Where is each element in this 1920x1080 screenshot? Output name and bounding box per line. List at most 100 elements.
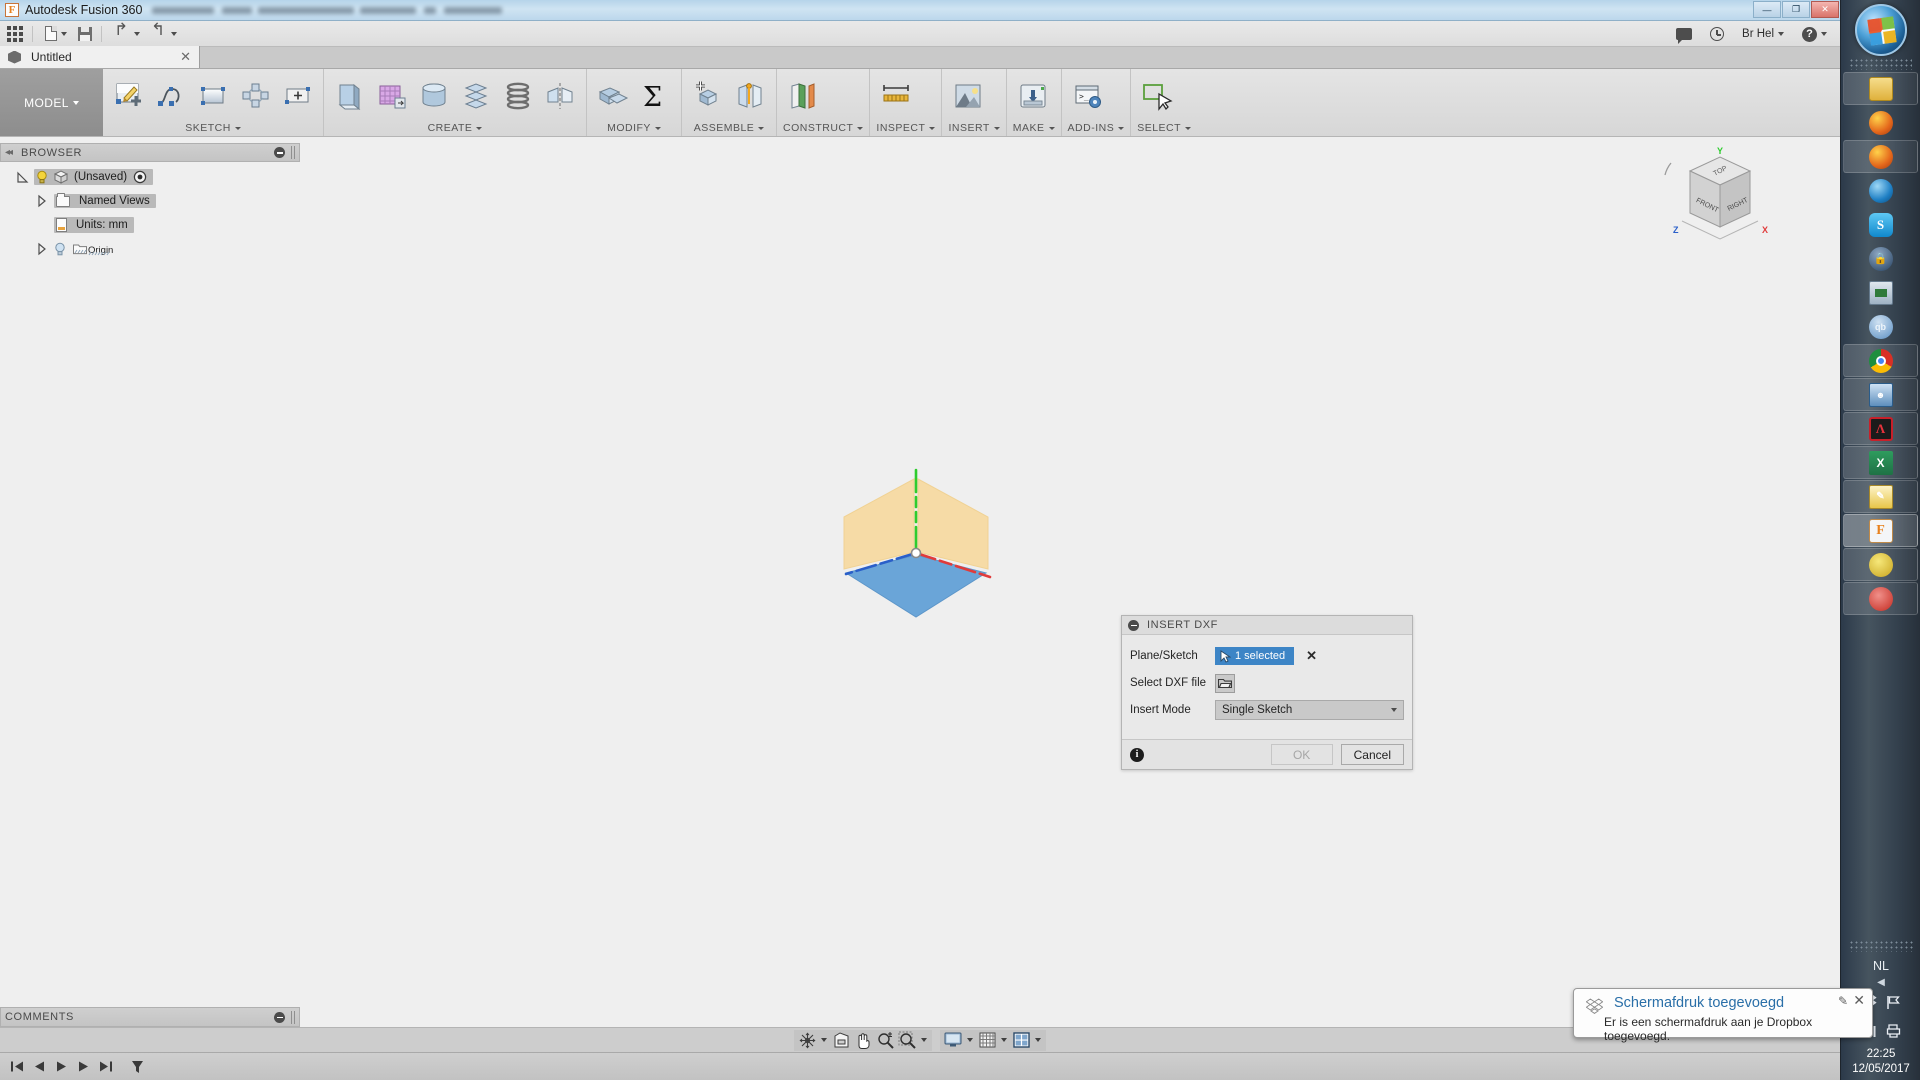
sketch-pattern-button[interactable] [235, 76, 275, 116]
collapsed-triangle-icon[interactable] [36, 194, 48, 208]
orbit-button[interactable] [796, 1030, 818, 1051]
panel-label-create[interactable]: CREATE [330, 120, 580, 136]
joint-button[interactable] [730, 76, 770, 116]
language-indicator[interactable]: NL [1841, 954, 1920, 977]
zoom-button[interactable] [874, 1030, 896, 1051]
rectangle-button[interactable] [193, 76, 233, 116]
taskbar-acrobat-reader[interactable]: Λ [1843, 412, 1918, 445]
play-button[interactable] [50, 1057, 72, 1077]
coil-button[interactable] [456, 76, 496, 116]
flag-action-center-icon[interactable] [1886, 995, 1901, 1015]
step-forward-button[interactable] [72, 1057, 94, 1077]
taskbar-fusion360[interactable]: F [1843, 514, 1918, 547]
save-button[interactable] [74, 23, 96, 45]
minimize-button[interactable]: — [1753, 1, 1781, 18]
revolve-button[interactable] [372, 76, 412, 116]
minus-circle-icon[interactable] [274, 1012, 285, 1023]
tree-row-units[interactable]: Units: mm [0, 213, 300, 237]
taskbar-excel[interactable]: X [1843, 446, 1918, 479]
new-component-button[interactable] [688, 76, 728, 116]
toast-settings-icon[interactable]: ✎ [1838, 994, 1848, 1008]
pan-button[interactable] [852, 1030, 874, 1051]
info-icon[interactable]: i [1130, 748, 1144, 762]
close-icon[interactable]: ✕ [180, 49, 191, 65]
panel-label-make[interactable]: MAKE [1013, 120, 1055, 136]
select-button[interactable] [1137, 76, 1177, 116]
workspace-switcher[interactable]: MODEL [0, 69, 103, 136]
display-settings-button[interactable] [942, 1030, 964, 1051]
measure-button[interactable] [876, 76, 916, 116]
chevron-down-icon[interactable] [1035, 1038, 1041, 1042]
create-sketch-button[interactable] [109, 76, 149, 116]
panel-resize-handle[interactable] [291, 1011, 295, 1024]
printer-icon[interactable] [1886, 1023, 1901, 1043]
taskbar-thunderbird[interactable] [1843, 174, 1918, 207]
cancel-button[interactable]: Cancel [1341, 744, 1404, 765]
taskbar-file-explorer[interactable] [1843, 72, 1918, 105]
timeline-filter-button[interactable] [126, 1057, 148, 1077]
close-button[interactable]: ✕ [1811, 1, 1839, 18]
model-canvas[interactable]: TOP FRONT RIGHT Y Z X INSERT DXF Plane/S… [0, 137, 1840, 1080]
taskbar-notepad[interactable]: ✎ [1843, 480, 1918, 513]
taskbar-pacman-app[interactable] [1843, 582, 1918, 615]
new-file-button[interactable] [41, 23, 71, 45]
step-back-button[interactable] [28, 1057, 50, 1077]
tray-clock[interactable]: 22:25 12/05/2017 [1841, 1047, 1920, 1080]
undo-button[interactable] [110, 23, 144, 45]
apps-grid-button[interactable] [3, 23, 27, 45]
bulb-icon[interactable] [54, 242, 66, 256]
bulb-icon[interactable] [36, 170, 48, 184]
scripts-addins-button[interactable]: >_ [1068, 76, 1108, 116]
grid-snap-button[interactable] [976, 1030, 998, 1051]
panel-label-assemble[interactable]: ASSEMBLE [688, 120, 770, 136]
dropbox-notification-toast[interactable]: Schermafdruk toegevoegd Er is een scherm… [1573, 988, 1873, 1038]
loft-button[interactable] [498, 76, 538, 116]
taskbar-qbittorrent[interactable]: qb [1843, 310, 1918, 343]
panel-label-construct[interactable]: CONSTRUCT [783, 120, 863, 136]
chevron-down-icon[interactable] [821, 1038, 827, 1042]
offset-plane-button[interactable] [783, 76, 823, 116]
help-menu[interactable]: ? [1802, 27, 1827, 42]
look-at-button[interactable] [830, 1030, 852, 1051]
tree-row-origin[interactable]: Origin [0, 237, 300, 261]
jump-to-end-button[interactable] [94, 1057, 116, 1077]
collapse-left-icon[interactable]: ◂◂ [5, 147, 11, 158]
radio-dot-icon[interactable] [133, 170, 147, 184]
minus-circle-icon[interactable] [1128, 620, 1139, 631]
taskbar-sketchup[interactable] [1843, 548, 1918, 581]
view-cube[interactable]: TOP FRONT RIGHT Y Z X [1660, 145, 1780, 255]
window-controls[interactable]: — ❐ ✕ [1753, 0, 1840, 18]
jump-to-start-button[interactable] [6, 1057, 28, 1077]
panel-label-inspect[interactable]: INSPECT [876, 120, 935, 136]
maximize-button[interactable]: ❐ [1782, 1, 1810, 18]
taskbar-chrome[interactable] [1843, 344, 1918, 377]
taskbar-firefox[interactable] [1843, 106, 1918, 139]
zoom-window-button[interactable] [896, 1030, 918, 1051]
document-tab-untitled[interactable]: Untitled ✕ [0, 46, 200, 68]
taskbar-outlook-contacts[interactable]: ☻ [1843, 378, 1918, 411]
tree-item-units[interactable]: Units: mm [54, 217, 134, 233]
spline-button[interactable] [151, 76, 191, 116]
chevron-down-icon[interactable] [1001, 1038, 1007, 1042]
panel-label-sketch[interactable]: SKETCH [109, 120, 317, 136]
ok-button[interactable]: OK [1271, 744, 1333, 765]
panel-label-addins[interactable]: ADD-INS [1068, 120, 1125, 136]
tree-item-origin[interactable]: Origin [54, 241, 113, 257]
insert-mode-dropdown[interactable]: Single Sketch [1215, 700, 1404, 720]
origin-planes-graphic[interactable] [836, 457, 1026, 647]
viewports-button[interactable] [1010, 1030, 1032, 1051]
panel-label-select[interactable]: SELECT [1137, 120, 1191, 136]
tree-row-named-views[interactable]: Named Views [0, 189, 300, 213]
3d-print-button[interactable] [1013, 76, 1053, 116]
comments-panel-header[interactable]: COMMENTS [0, 1007, 300, 1027]
user-menu[interactable]: Br Hel [1742, 28, 1784, 40]
combine-button[interactable]: Σ [635, 76, 675, 116]
insert-dxf-dialog[interactable]: INSERT DXF Plane/Sketch 1 selected ✕ Sel… [1121, 615, 1413, 770]
plane-sketch-selection-button[interactable]: 1 selected [1215, 647, 1294, 665]
taskbar-remote-desktop[interactable] [1843, 276, 1918, 309]
dialog-header[interactable]: INSERT DXF [1122, 616, 1412, 635]
taskbar-firefox-window[interactable] [1843, 140, 1918, 173]
insert-image-button[interactable] [948, 76, 988, 116]
browse-dxf-file-button[interactable] [1215, 674, 1235, 693]
mirror-button[interactable] [540, 76, 580, 116]
